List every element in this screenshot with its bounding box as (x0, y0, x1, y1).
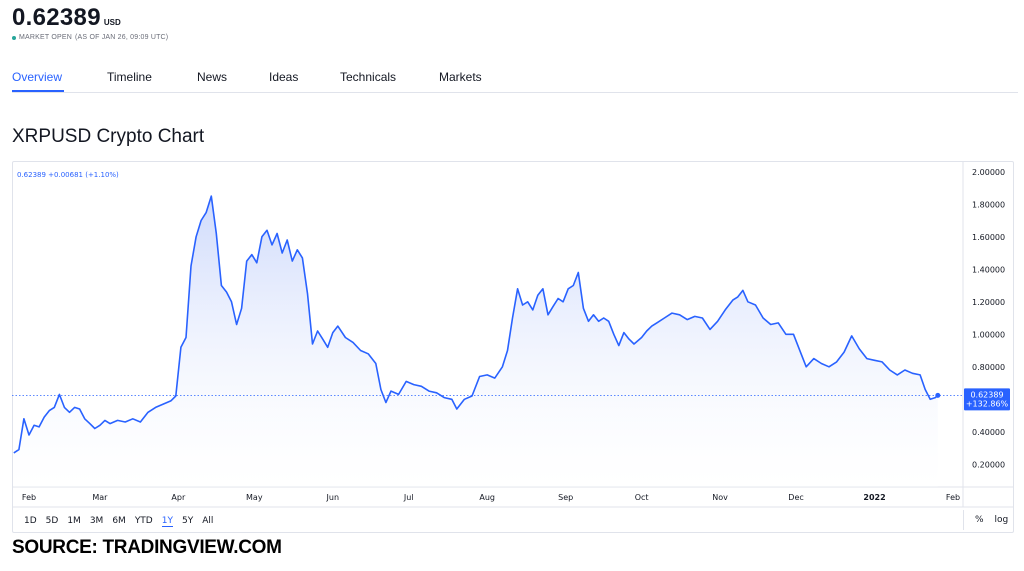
range-5y-button[interactable]: 5Y (182, 516, 193, 527)
x-tick-label: Sep (558, 493, 573, 502)
range-1y-button[interactable]: 1Y (161, 516, 173, 527)
range-6m-button[interactable]: 6M (112, 516, 126, 527)
last-point-marker (935, 392, 941, 398)
price-chart[interactable]: 2.00000 1.80000 1.60000 1.40000 1.20000 1.000… (0, 0, 1024, 571)
log-scale-button[interactable]: log (994, 515, 1008, 525)
current-price-badge-change: +132.86% (966, 399, 1009, 408)
percent-scale-button[interactable]: % (975, 515, 984, 525)
x-tick-label: May (246, 493, 263, 502)
range-1m-button[interactable]: 1M (67, 516, 81, 527)
range-ytd-button[interactable]: YTD (135, 516, 153, 527)
x-tick-label: Jul (403, 493, 414, 502)
x-tick-label: 2022 (863, 493, 885, 502)
scale-buttons: % log (975, 515, 1016, 525)
current-price-badge-value: 0.62389 (970, 390, 1003, 399)
range-5d-button[interactable]: 5D (46, 516, 59, 527)
x-tick-label: Jun (326, 493, 340, 502)
y-tick-label: 2.00000 (972, 168, 1005, 177)
x-tick-label: Aug (479, 493, 495, 502)
range-all-button[interactable]: All (202, 516, 213, 527)
source-note: SOURCE: TRADINGVIEW.COM (12, 537, 282, 558)
y-tick-label: 1.00000 (972, 330, 1005, 339)
scale-divider (963, 510, 964, 530)
x-tick-label: Dec (788, 493, 803, 502)
x-tick-label: Apr (171, 493, 186, 502)
y-tick-label: 1.60000 (972, 233, 1005, 242)
chart-legend: 0.62389 +0.00681 (+1.10%) (17, 171, 119, 179)
price-area-fill (13, 196, 938, 487)
y-tick-label: 1.40000 (972, 265, 1005, 274)
range-3m-button[interactable]: 3M (90, 516, 104, 527)
y-tick-label: 0.40000 (972, 428, 1005, 437)
x-tick-label: Feb (22, 493, 36, 502)
y-tick-label: 0.80000 (972, 363, 1005, 372)
y-tick-label: 0.20000 (972, 460, 1005, 469)
y-tick-label: 1.80000 (972, 200, 1005, 209)
range-1d-button[interactable]: 1D (24, 516, 37, 527)
x-tick-label: Nov (712, 493, 728, 502)
y-tick-label: 1.20000 (972, 298, 1005, 307)
x-tick-label: Mar (92, 493, 108, 502)
x-tick-label: Feb (946, 493, 960, 502)
range-selector: 1D 5D 1M 3M 6M YTD 1Y 5Y All (24, 516, 222, 527)
x-tick-label: Oct (635, 493, 649, 502)
